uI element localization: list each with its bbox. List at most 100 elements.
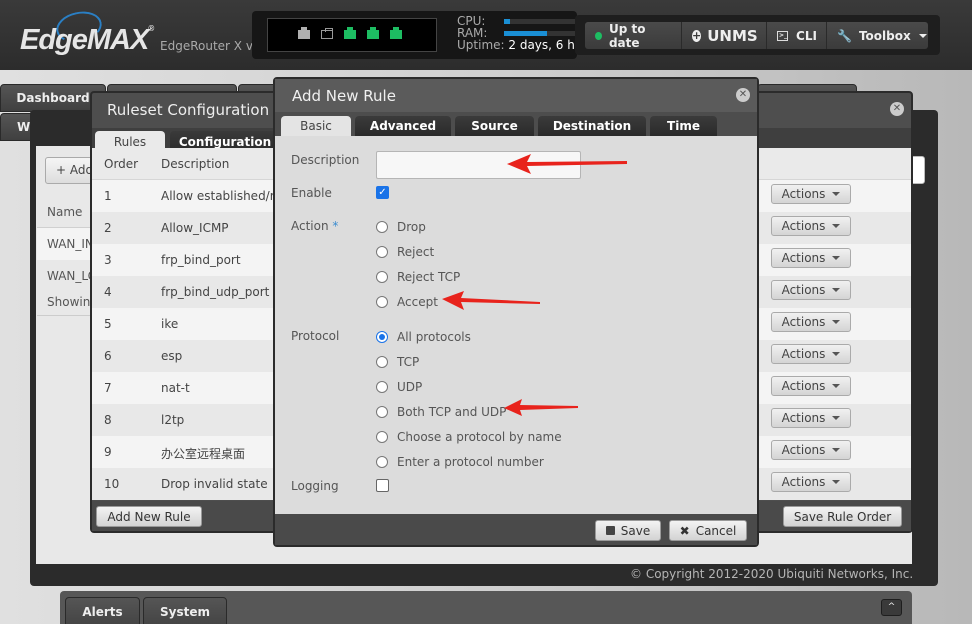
chevron-down-icon: [918, 33, 927, 38]
status-dot-icon: [595, 31, 602, 40]
actions-dropdown[interactable]: Actions: [771, 248, 851, 268]
radio-button[interactable]: [376, 271, 388, 283]
actions-dropdown[interactable]: Actions: [771, 408, 851, 428]
radio-button[interactable]: [376, 246, 388, 258]
rule-order: 3: [104, 253, 112, 267]
tab-destination[interactable]: Destination: [538, 116, 646, 136]
radio-button[interactable]: [376, 381, 388, 393]
protocol-radio-all[interactable]: All protocols: [376, 330, 471, 344]
edgemax-logo: EdgeMAX®: [20, 24, 154, 57]
actions-dropdown[interactable]: Actions: [771, 344, 851, 364]
cli-label: CLI: [796, 28, 817, 43]
floppy-disk-icon: [605, 526, 615, 535]
update-status-label: Up to date: [608, 21, 646, 50]
cpu-bar: [504, 19, 576, 24]
tab-time[interactable]: Time: [650, 116, 717, 136]
tab-system[interactable]: System: [143, 597, 227, 624]
rule-order: 8: [104, 413, 112, 427]
update-status-button[interactable]: Up to date: [585, 21, 682, 50]
actions-dropdown[interactable]: Actions: [771, 280, 851, 300]
rule-order: 2: [104, 221, 112, 235]
actions-label: Actions: [781, 347, 826, 361]
toolbox-dropdown[interactable]: 🔧 Toolbox: [827, 22, 928, 49]
rule-order: 1: [104, 189, 112, 203]
actions-dropdown[interactable]: Actions: [771, 312, 851, 332]
enable-checkbox[interactable]: ✓: [376, 186, 389, 199]
actions-label: Actions: [781, 411, 826, 425]
annotation-arrow-icon: [442, 291, 540, 310]
radio-label: Drop: [397, 220, 426, 234]
action-radio-drop[interactable]: Drop: [376, 220, 426, 234]
tab-basic[interactable]: Basic: [281, 116, 351, 136]
action-label-text: Action: [291, 219, 329, 233]
protocol-radio-udp[interactable]: UDP: [376, 380, 422, 394]
plus-circle-icon: +: [692, 28, 702, 42]
radio-button[interactable]: [376, 356, 388, 368]
rule-description: frp_bind_port: [161, 253, 241, 267]
radio-button[interactable]: [376, 406, 388, 418]
actions-dropdown[interactable]: Actions: [771, 440, 851, 460]
unms-button[interactable]: + UNMS: [682, 22, 767, 49]
radio-label: UDP: [397, 380, 423, 394]
actions-label: Actions: [781, 315, 826, 329]
copyright-text: © Copyright 2012-2020 Ubiquiti Networks,…: [630, 567, 914, 581]
radio-label: TCP: [397, 355, 420, 369]
actions-dropdown[interactable]: Actions: [771, 184, 851, 204]
action-radio-reject-tcp[interactable]: Reject TCP: [376, 270, 460, 284]
protocol-radio-by-name[interactable]: Choose a protocol by name: [376, 430, 562, 444]
radio-label: All protocols: [397, 330, 471, 344]
terminal-icon: >_: [777, 30, 789, 41]
radio-button[interactable]: [376, 456, 388, 468]
radio-label: Accept: [397, 295, 438, 309]
rule-order: 10: [104, 477, 120, 491]
ram-bar-fill: [504, 31, 548, 36]
cancel-button[interactable]: ✖ Cancel: [669, 520, 747, 541]
required-asterisk: *: [332, 219, 339, 233]
tab-advanced[interactable]: Advanced: [355, 116, 451, 136]
column-order: Order: [104, 157, 139, 171]
radio-label: Reject TCP: [397, 270, 461, 284]
chevron-down-icon: [832, 480, 841, 484]
rule-description: Allow_ICMP: [161, 221, 229, 235]
protocol-radio-tcp-udp[interactable]: Both TCP and UDP: [376, 405, 506, 419]
radio-button[interactable]: [376, 331, 388, 343]
save-rule-order-button[interactable]: Save Rule Order: [783, 506, 902, 527]
port-icon-eth1: [321, 28, 333, 39]
rule-description: esp: [161, 349, 183, 363]
ram-bar: [504, 31, 576, 36]
rule-description: l2tp: [161, 413, 185, 427]
actions-label: Actions: [781, 443, 826, 457]
chevron-down-icon: [832, 448, 841, 452]
chevron-down-icon: [832, 224, 841, 228]
cli-button[interactable]: >_ CLI: [767, 22, 827, 49]
tab-source[interactable]: Source: [455, 116, 534, 136]
rule-order: 6: [104, 349, 112, 363]
wrench-icon: 🔧: [837, 28, 852, 43]
save-button[interactable]: Save: [595, 520, 661, 541]
rule-description: ike: [161, 317, 179, 331]
description-label: Description: [291, 153, 360, 167]
protocol-label: Protocol: [291, 329, 340, 343]
radio-button[interactable]: [376, 221, 388, 233]
radio-button[interactable]: [376, 296, 388, 308]
logging-checkbox[interactable]: [376, 479, 389, 492]
rule-order: 7: [104, 381, 112, 395]
actions-label: Actions: [781, 283, 826, 297]
chevron-up-icon[interactable]: ^: [881, 599, 902, 616]
radio-label: Reject: [397, 245, 435, 259]
radio-button[interactable]: [376, 431, 388, 443]
add-rule-close-icon[interactable]: ✕: [736, 88, 750, 102]
add-new-rule-button[interactable]: Add New Rule: [96, 506, 202, 527]
chevron-down-icon: [832, 416, 841, 420]
ruleset-close-icon[interactable]: ✕: [890, 102, 904, 116]
actions-dropdown[interactable]: Actions: [771, 216, 851, 236]
actions-dropdown[interactable]: Actions: [771, 472, 851, 492]
action-radio-accept[interactable]: Accept: [376, 295, 438, 309]
tab-alerts[interactable]: Alerts: [65, 597, 140, 624]
chevron-down-icon: [832, 256, 841, 260]
save-label: Save: [620, 523, 651, 538]
protocol-radio-tcp[interactable]: TCP: [376, 355, 419, 369]
protocol-radio-by-number[interactable]: Enter a protocol number: [376, 455, 544, 469]
action-radio-reject[interactable]: Reject: [376, 245, 434, 259]
actions-dropdown[interactable]: Actions: [771, 376, 851, 396]
